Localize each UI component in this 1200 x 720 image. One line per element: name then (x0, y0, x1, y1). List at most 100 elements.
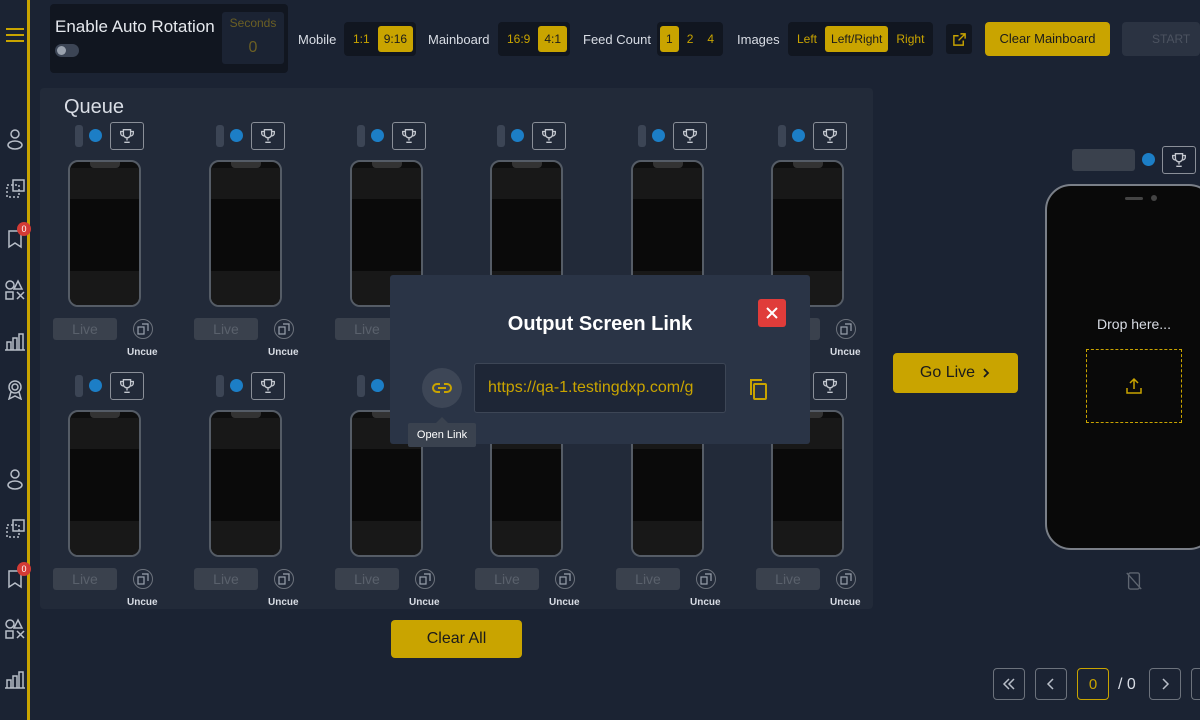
queue-item-toggle[interactable] (216, 125, 224, 147)
queue-item-toggle[interactable] (75, 375, 83, 397)
queue-item-swap-button[interactable] (836, 319, 856, 339)
output-link-modal: Output Screen Link (390, 275, 810, 444)
current-page[interactable]: 0 (1077, 668, 1109, 700)
shapes-icon[interactable] (4, 279, 26, 301)
chevron-left-icon (1046, 678, 1054, 690)
preview-trophy-button[interactable] (1162, 146, 1196, 174)
select-area-icon[interactable] (4, 178, 26, 200)
queue-item-trophy-button[interactable] (813, 122, 847, 150)
queue-item-uncue-button[interactable]: Uncue (830, 347, 861, 358)
award-icon[interactable] (4, 378, 26, 400)
queue-item-live-button[interactable]: Live (335, 568, 399, 590)
shapes-icon-2[interactable] (4, 618, 26, 640)
queue-item-trophy-button[interactable] (673, 122, 707, 150)
queue-item-uncue-button[interactable]: Uncue (830, 597, 861, 608)
mainboard-option-16-9[interactable]: 16:9 (501, 26, 536, 52)
swap-icon (840, 573, 852, 585)
last-page-button[interactable] (1191, 668, 1200, 700)
seconds-input[interactable] (230, 36, 276, 60)
queue-item-status-dot (371, 379, 384, 392)
queue-item-phone-preview[interactable] (68, 410, 141, 557)
queue-item-live-button[interactable]: Live (53, 568, 117, 590)
prev-page-button[interactable] (1035, 668, 1067, 700)
queue-item-trophy-button[interactable] (392, 122, 426, 150)
queue-item-trophy-button[interactable] (251, 122, 285, 150)
preview-toggle[interactable] (1072, 149, 1135, 171)
queue-item-swap-button[interactable] (274, 569, 294, 589)
mainboard-option-4-1[interactable]: 4:1 (538, 26, 568, 52)
copy-button[interactable] (744, 375, 772, 403)
queue-item-swap-button[interactable] (415, 569, 435, 589)
feed-count-selector: 1 2 4 (657, 22, 724, 56)
user-icon[interactable] (4, 128, 26, 150)
images-option-right[interactable]: Right (890, 26, 930, 52)
queue-item-live-button[interactable]: Live (194, 568, 258, 590)
queue-item-uncue-button[interactable]: Uncue (127, 597, 158, 608)
mobile-option-1-1[interactable]: 1:1 (347, 26, 376, 52)
queue-item-trophy-button[interactable] (251, 372, 285, 400)
first-page-button[interactable] (993, 668, 1025, 700)
queue-item-swap-button[interactable] (133, 319, 153, 339)
queue-item-uncue-button[interactable]: Uncue (409, 597, 440, 608)
page-total: / 0 (1118, 676, 1136, 693)
queue-item-toggle[interactable] (357, 375, 365, 397)
trophy-icon (120, 129, 134, 143)
queue-item-status-dot (89, 379, 102, 392)
queue-item-uncue-button[interactable]: Uncue (127, 347, 158, 358)
feed-count-option-2[interactable]: 2 (681, 26, 700, 52)
hamburger-menu-icon[interactable] (4, 24, 26, 46)
feed-count-option-1[interactable]: 1 (660, 26, 679, 52)
queue-item-trophy-button[interactable] (110, 122, 144, 150)
queue-item-swap-button[interactable] (836, 569, 856, 589)
auto-rotation-toggle[interactable] (55, 44, 79, 57)
queue-item-trophy-button[interactable] (813, 372, 847, 400)
queue-item-swap-button[interactable] (696, 569, 716, 589)
queue-item-toggle[interactable] (75, 125, 83, 147)
queue-item-swap-button[interactable] (274, 319, 294, 339)
close-button[interactable] (758, 299, 786, 327)
drop-zone[interactable] (1086, 349, 1182, 423)
queue-item-trophy-button[interactable] (110, 372, 144, 400)
images-option-left-right[interactable]: Left/Right (825, 26, 889, 52)
open-link-button[interactable] (422, 368, 462, 408)
trophy-icon (683, 129, 697, 143)
mobile-option-9-16[interactable]: 9:16 (377, 26, 414, 52)
go-live-button[interactable]: Go Live (893, 353, 1018, 393)
queue-item-phone-preview[interactable] (68, 160, 141, 307)
images-option-left[interactable]: Left (791, 26, 823, 52)
queue-item-toggle[interactable] (638, 125, 646, 147)
queue-item-live-button[interactable]: Live (475, 568, 539, 590)
external-link-button[interactable] (946, 24, 972, 54)
queue-item-swap-button[interactable] (133, 569, 153, 589)
clear-all-button[interactable]: Clear All (391, 620, 522, 658)
queue-item-live-button[interactable]: Live (53, 318, 117, 340)
next-page-button[interactable] (1149, 668, 1181, 700)
start-button[interactable]: START (1122, 22, 1200, 56)
select-area-icon-2[interactable] (4, 518, 26, 540)
open-link-tooltip: Open Link (408, 417, 476, 447)
queue-item-swap-button[interactable] (555, 569, 575, 589)
swap-icon (700, 573, 712, 585)
preview-status-dot (1142, 153, 1155, 166)
queue-item-live-button[interactable]: Live (194, 318, 258, 340)
queue-item-uncue-button[interactable]: Uncue (268, 347, 299, 358)
user-icon-2[interactable] (4, 468, 26, 490)
queue-item-uncue-button[interactable]: Uncue (690, 597, 721, 608)
queue-item-toggle[interactable] (216, 375, 224, 397)
queue-item-toggle[interactable] (497, 125, 505, 147)
queue-item-phone-preview[interactable] (209, 160, 282, 307)
bar-chart-icon[interactable] (4, 330, 26, 352)
queue-item-phone-preview[interactable] (209, 410, 282, 557)
clear-mainboard-button[interactable]: Clear Mainboard (985, 22, 1110, 56)
queue-item-uncue-button[interactable]: Uncue (549, 597, 580, 608)
queue-item-toggle[interactable] (357, 125, 365, 147)
queue-item-toggle[interactable] (778, 125, 786, 147)
queue-item-trophy-button[interactable] (532, 122, 566, 150)
feed-count-option-4[interactable]: 4 (701, 26, 720, 52)
output-link-field[interactable] (474, 363, 726, 413)
copy-icon (750, 379, 767, 400)
bar-chart-icon-2[interactable] (4, 668, 26, 690)
queue-item-live-button[interactable]: Live (616, 568, 680, 590)
queue-item-uncue-button[interactable]: Uncue (268, 597, 299, 608)
queue-item-live-button[interactable]: Live (756, 568, 820, 590)
